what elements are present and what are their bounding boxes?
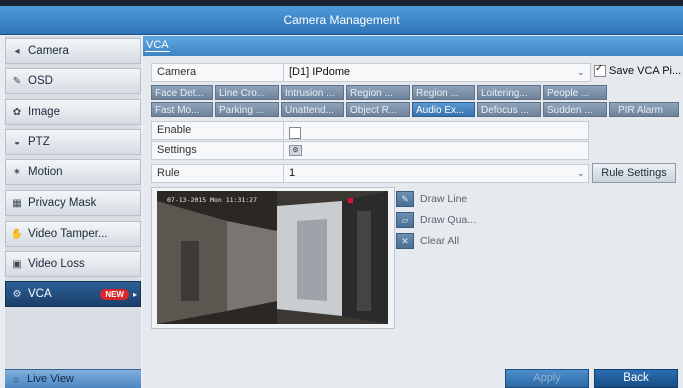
draw-quadrilateral-tool[interactable]: ▱ Draw Qua... [396,212,476,228]
camera-video-feed[interactable]: 07-13-2015 Mon 11:31:27 [157,191,388,324]
clear-all-icon: ✕ [396,233,414,249]
video-tamper-icon: ✋ [10,228,24,240]
video-timestamp: 07-13-2015 Mon 11:31:27 [167,196,258,204]
settings-button-wrap: ⚙ [289,142,302,159]
image-icon: ✿ [12,106,22,118]
rule-label: Rule [152,165,284,182]
draw-line-tool[interactable]: ✎ Draw Line [396,191,467,207]
function-parking[interactable]: Parking ... [215,102,279,117]
video-scene-image [157,191,388,324]
function-intrusion[interactable]: Intrusion ... [281,85,344,100]
settings-label: Settings [152,142,284,159]
tab-vca[interactable]: VCA [145,39,170,52]
camera-management-window: Camera Management ◂ Camera ✎ OSD ✿ Image… [0,0,683,388]
sidebar-item-label: VCA [28,288,52,300]
function-row-2: Fast Mo... Parking ... Unattend... Objec… [151,102,681,118]
sidebar-item-video-loss[interactable]: ▣ Video Loss [5,251,141,277]
function-people-gathering[interactable]: People ... [543,85,607,100]
draw-quadrilateral-label: Draw Qua... [420,214,477,226]
sidebar-item-privacy-mask[interactable]: ▦ Privacy Mask [5,190,141,216]
sidebar-item-image[interactable]: ✿ Image [5,99,141,125]
settings-gear-icon[interactable]: ⚙ [289,144,302,156]
function-pir-alarm[interactable]: PIR Alarm [609,102,679,117]
camera-icon: ◂ [14,45,20,57]
function-loitering[interactable]: Loitering... [477,85,541,100]
draw-quadrilateral-icon: ▱ [396,212,414,228]
save-vca-picture-option[interactable]: Save VCA Pi... [594,63,682,78]
enable-label: Enable [152,122,284,139]
sidebar-item-label: Video Tamper... [28,228,108,240]
function-line-crossing[interactable]: Line Cro... [215,85,279,100]
vca-panel: VCA Camera [D1] IPdome ⌄ Save VCA Pi... … [143,36,683,388]
new-badge: NEW [100,288,129,300]
window-title: Camera Management [0,6,683,35]
settings-row: Settings ⚙ [151,141,589,160]
function-fast-moving[interactable]: Fast Mo... [151,102,213,117]
sidebar-item-label: Image [28,106,60,118]
function-audio-exception[interactable]: Audio Ex... [412,102,475,117]
sidebar-item-label: OSD [28,75,53,87]
back-button[interactable]: Back [594,369,678,388]
function-sudden-scene-change[interactable]: Sudden ... [543,102,607,117]
function-row-1: Face Det... Line Cro... Intrusion ... Re… [151,85,681,101]
sidebar-item-motion[interactable]: ✶ Motion [5,159,141,185]
draw-line-label: Draw Line [420,193,468,205]
sidebar-item-osd[interactable]: ✎ OSD [5,68,141,94]
live-view-button[interactable]: ⌂ Live View [5,369,141,388]
clear-all-label: Clear All [420,235,460,247]
enable-row: Enable [151,121,589,140]
enable-checkbox-wrap [289,125,301,142]
save-vca-label: Save VCA Pi... [609,65,682,77]
privacy-mask-icon: ▦ [12,197,22,209]
chevron-down-icon: ⌄ [577,168,585,178]
sidebar-item-label: PTZ [28,136,50,148]
camera-select[interactable]: [D1] IPdome [289,64,587,81]
sidebar-item-ptz[interactable]: ◒ PTZ [5,129,141,155]
rule-row: Rule 1 ⌄ [151,164,589,183]
function-region-exiting[interactable]: Region ... [412,85,475,100]
clear-all-tool[interactable]: ✕ Clear All [396,233,459,249]
video-loss-icon: ▣ [12,258,22,270]
sidebar-item-vca[interactable]: ⚙ VCA NEW ▸ [5,281,141,307]
function-defocus[interactable]: Defocus ... [477,102,541,117]
motion-icon: ✶ [12,166,22,178]
chevron-right-icon: ▸ [132,289,137,299]
draw-line-icon: ✎ [396,191,414,207]
live-view-label: Live View [27,373,74,385]
camera-row: Camera [D1] IPdome ⌄ [151,63,591,82]
sidebar-item-video-tamper[interactable]: ✋ Video Tamper... [5,221,141,247]
camera-label: Camera [152,64,284,81]
function-unattended-baggage[interactable]: Unattend... [281,102,344,117]
function-face-detection[interactable]: Face Det... [151,85,213,100]
enable-checkbox[interactable] [289,127,301,140]
tab-bar: VCA [143,36,683,56]
home-icon: ⌂ [13,374,19,384]
ptz-icon: ◒ [13,136,21,148]
function-object-removal[interactable]: Object R... [346,102,410,117]
rule-select[interactable]: 1 [289,165,579,182]
sidebar-item-label: Motion [28,166,63,178]
sidebar: ◂ Camera ✎ OSD ✿ Image ◒ PTZ ✶ Motion ▦ … [5,36,141,388]
sidebar-item-label: Privacy Mask [28,197,97,209]
sidebar-item-camera[interactable]: ◂ Camera [5,38,141,64]
chevron-down-icon: ⌄ [577,67,585,77]
sidebar-item-label: Camera [28,45,69,57]
apply-button[interactable]: Apply [505,369,589,388]
osd-icon: ✎ [12,75,22,87]
sidebar-item-label: Video Loss [28,258,85,270]
record-indicator-icon [348,198,353,203]
rule-settings-button[interactable]: Rule Settings [592,163,676,183]
save-vca-checkbox[interactable] [594,63,606,78]
function-region-entrance[interactable]: Region ... [346,85,410,100]
video-preview-panel: 07-13-2015 Mon 11:31:27 [151,187,395,329]
vca-icon: ⚙ [12,288,22,300]
